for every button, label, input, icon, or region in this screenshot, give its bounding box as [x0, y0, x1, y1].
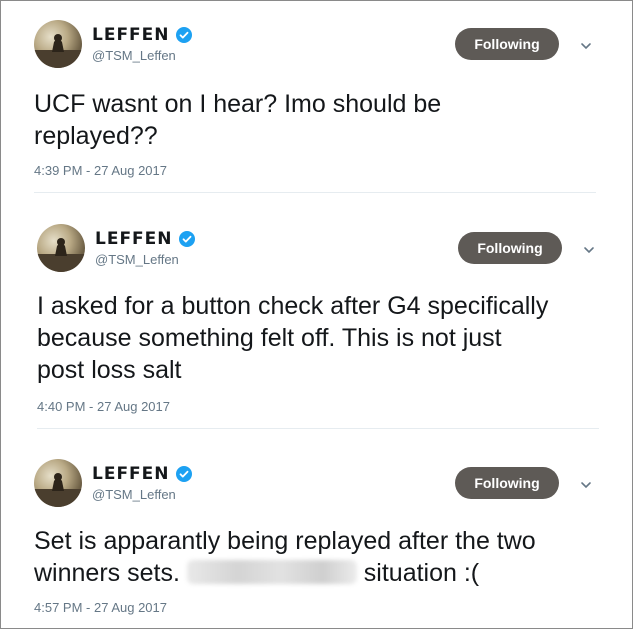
avatar-image: [37, 238, 85, 272]
tweet-2: LEFFEN @TSM_Leffen Following I asked for…: [37, 224, 607, 424]
avatar[interactable]: [34, 20, 82, 68]
author-handle[interactable]: @TSM_Leffen: [92, 487, 176, 502]
divider: [37, 428, 599, 429]
tweet-text-segment: situation :(: [363, 559, 480, 587]
following-button[interactable]: Following: [455, 28, 559, 60]
tweet-text: Set is apparantly being replayed after t…: [34, 525, 536, 589]
author-name[interactable]: LEFFEN: [92, 25, 170, 45]
tweet-timestamp[interactable]: 4:40 PM - 27 Aug 2017: [37, 399, 170, 414]
tweet-3: LEFFEN @TSM_Leffen Following Set is appa…: [34, 459, 604, 624]
author-row: LEFFEN: [92, 25, 192, 45]
avatar-image: [34, 34, 82, 68]
chevron-down-icon[interactable]: [582, 243, 596, 257]
tweet-text-line: I asked for a button check after G4 spec…: [37, 292, 549, 320]
redacted-text: [186, 560, 357, 584]
avatar-image: [34, 473, 82, 507]
tweet-text-segment: winners sets.: [34, 559, 180, 587]
author-name[interactable]: LEFFEN: [95, 229, 173, 249]
chevron-down-icon[interactable]: [579, 478, 593, 492]
verified-badge-icon: [175, 466, 192, 482]
tweet-text-line: Set is apparantly being replayed after t…: [34, 527, 536, 555]
divider: [34, 192, 596, 193]
tweet-text-line: because something felt off. This is not …: [37, 324, 502, 352]
tweet-timestamp[interactable]: 4:57 PM - 27 Aug 2017: [34, 600, 167, 615]
tweet-text: UCF wasnt on I hear? Imo should be repla…: [34, 88, 441, 152]
author-handle[interactable]: @TSM_Leffen: [92, 48, 176, 63]
following-button[interactable]: Following: [458, 232, 562, 264]
tweet-text-line: winners sets. situation :(: [34, 557, 536, 589]
author-row: LEFFEN: [95, 229, 195, 249]
following-button[interactable]: Following: [455, 467, 559, 499]
tweet-1: LEFFEN @TSM_Leffen Following UCF wasnt o…: [34, 20, 604, 192]
tweet-text-line: replayed??: [34, 122, 158, 150]
avatar[interactable]: [34, 459, 82, 507]
author-handle[interactable]: @TSM_Leffen: [95, 252, 179, 267]
tweet-text: I asked for a button check after G4 spec…: [37, 290, 548, 386]
author-name[interactable]: LEFFEN: [92, 464, 170, 484]
verified-badge-icon: [178, 231, 195, 247]
tweet-text-line: UCF wasnt on I hear? Imo should be: [34, 90, 442, 118]
tweet-timestamp[interactable]: 4:39 PM - 27 Aug 2017: [34, 163, 167, 178]
avatar[interactable]: [37, 224, 85, 272]
verified-badge-icon: [175, 27, 192, 43]
chevron-down-icon[interactable]: [579, 39, 593, 53]
tweet-text-line: post loss salt: [37, 356, 182, 384]
author-row: LEFFEN: [92, 464, 192, 484]
